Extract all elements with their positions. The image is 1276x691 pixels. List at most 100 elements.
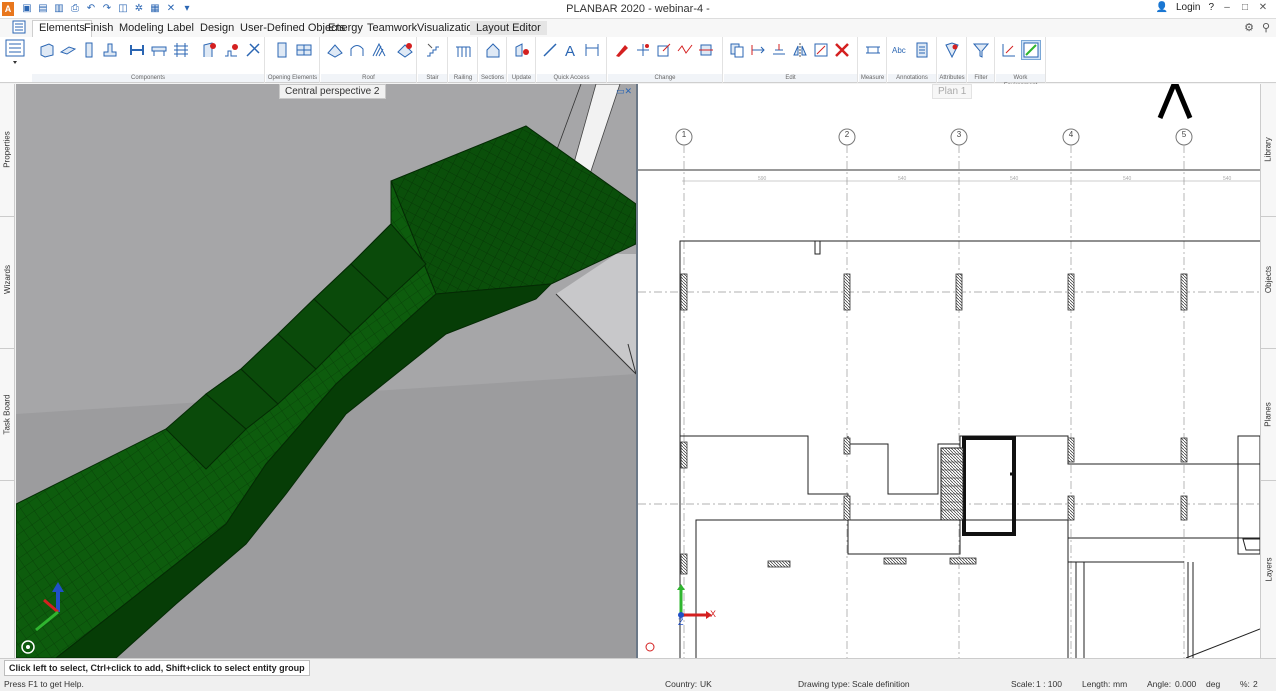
ribbon-group-quick-access: A Quick Access [537,37,607,83]
status-drawing-type-label: Drawing type: [798,679,850,689]
move-icon[interactable] [748,40,768,60]
maximize-button[interactable]: □ [1240,2,1250,13]
roof-covering-icon[interactable] [369,40,389,60]
modify-points-icon[interactable] [633,40,653,60]
status-length-label: Length: [1082,679,1111,689]
stair-3d-render [16,84,636,658]
application-menu-icon[interactable] [12,20,26,34]
status-percent-value[interactable]: 2 [1253,679,1258,689]
grid-label-5: 5 [1181,130,1187,139]
viewport-restore-icon[interactable]: ▭✕ [616,86,632,97]
status-length-value[interactable]: mm [1113,679,1127,689]
modify-distance-icon[interactable] [654,40,674,60]
tab-layout-editor[interactable]: Layout Editor [470,21,547,35]
foundation-icon[interactable] [100,40,120,60]
slab-icon[interactable] [58,40,78,60]
beam-icon[interactable] [127,40,147,60]
dimension-label: 540 [1223,176,1232,182]
ribbon-group-attributes: Attributes [938,37,967,83]
wall-icon[interactable] [37,40,57,60]
viewport-layout-icon[interactable] [1021,40,1041,60]
viewport-plan[interactable]: 1 2 3 4 5 590 540 540 540 540 X Z Plan 1 [638,84,1260,658]
grid-label-4: 4 [1068,130,1074,139]
side-tab-library[interactable]: Library [1261,104,1276,194]
axis-x-label: X [710,609,717,619]
side-tab-layers[interactable]: Layers [1261,524,1276,614]
grid-label-3: 3 [956,130,962,139]
viewport-central-perspective[interactable]: Central perspective 2 ▭✕ [16,84,636,658]
section-house-icon[interactable] [483,40,503,60]
group-label-railing: Railing [449,74,477,82]
rotate-icon[interactable] [769,40,789,60]
status-angle-unit[interactable]: deg [1206,679,1220,689]
close-button[interactable]: ✕ [1258,2,1268,13]
roof-icon[interactable] [325,40,345,60]
copy-icon[interactable] [727,40,747,60]
update-icon[interactable] [512,40,532,60]
prompt-bar: Click left to select, Ctrl+click to add,… [0,658,1276,677]
stretch-icon[interactable] [811,40,831,60]
status-angle-value[interactable]: 0.000 [1175,679,1196,689]
opening-door-icon[interactable] [272,40,292,60]
grid-label-1: 1 [681,130,687,139]
side-tab-properties[interactable]: Properties [0,104,15,194]
status-bar: Press F1 to get Help. Country: UK Drawin… [0,677,1276,691]
properties-palette-icon[interactable] [4,37,26,81]
group-label-quick-access: Quick Access [537,74,606,82]
login-link[interactable]: Login [1176,2,1200,13]
mirror-icon[interactable] [790,40,810,60]
window-title: PLANBAR 2020 - webinar-4 - [566,3,710,15]
window-icon[interactable] [221,40,241,60]
niche-icon[interactable] [243,40,263,60]
door-icon[interactable] [199,40,219,60]
group-label-annotations: Annotations [888,74,936,82]
line-icon[interactable] [540,40,560,60]
railing-icon[interactable] [453,40,473,60]
measure-icon[interactable] [863,40,883,60]
group-label-measure: Measure [859,74,886,82]
side-tab-planes[interactable]: Planes [1261,369,1276,459]
stair-icon[interactable] [423,40,443,60]
dimension-label: 540 [1123,176,1132,182]
abc-label-icon[interactable]: Abc [891,40,911,60]
lintel-icon[interactable] [149,40,169,60]
ribbon-group-roof: Roof [321,37,417,83]
modify-object-icon[interactable] [696,40,716,60]
modify-line-icon[interactable] [675,40,695,60]
legend-icon[interactable] [912,40,932,60]
dimension-line-icon[interactable] [582,40,602,60]
ribbon-group-annotations: Abc Annotations [888,37,937,83]
group-label-sections: Sections [479,74,506,82]
side-tab-objects[interactable]: Objects [1261,234,1276,324]
modify-pencil-icon[interactable] [612,40,632,60]
svg-text:Abc: Abc [892,46,906,55]
side-tab-task-board[interactable]: Task Board [0,369,15,459]
settings-gear-icon[interactable]: ⚙ [1244,21,1254,34]
help-icon[interactable]: ? [1208,2,1214,13]
status-scale-value[interactable]: 1 : 100 [1036,679,1062,689]
dormer-icon[interactable] [347,40,367,60]
title-bar: A ▣ ▤ ▥ ⎙ ↶ ↷ ◫ ✲ ▦ ✕ ▾ PLANBAR 2020 - w… [0,0,1276,19]
delete-icon[interactable] [832,40,852,60]
svg-text:A: A [565,43,575,59]
status-country-value[interactable]: UK [700,679,712,689]
column-icon[interactable] [79,40,99,60]
ribbon-group-filter: Filter [968,37,995,83]
ucs-icon[interactable] [999,40,1019,60]
ribbon-group-railing: Railing [449,37,478,83]
filter-icon[interactable] [971,40,991,60]
roof-tile-icon[interactable] [395,40,415,60]
status-angle-label: Angle: [1147,679,1172,689]
attributes-icon[interactable] [942,40,962,60]
search-icon[interactable]: ⚲ [1262,21,1270,34]
dimension-label: 540 [898,176,907,182]
ribbon-group-edit: Edit [724,37,858,83]
text-icon[interactable]: A [561,40,581,60]
minimize-button[interactable]: – [1222,2,1232,13]
opening-window-icon[interactable] [294,40,314,60]
status-drawing-type-value[interactable]: Scale definition [852,679,910,689]
side-tab-wizards[interactable]: Wizards [0,234,15,324]
ribbon-group-change: Change [608,37,723,83]
grid-icon[interactable] [171,40,191,60]
ribbon-group-measure: Measure [859,37,887,83]
